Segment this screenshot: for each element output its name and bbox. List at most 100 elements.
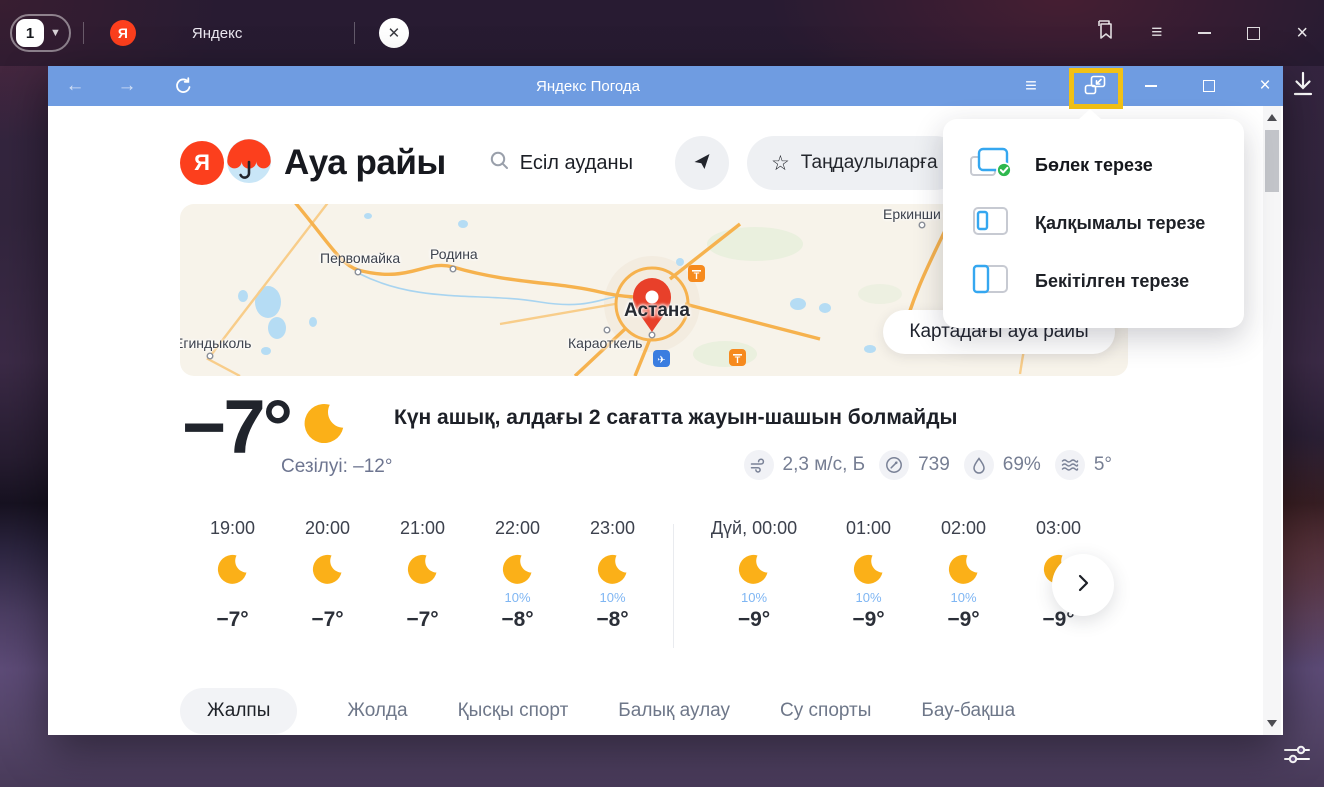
category-tab[interactable]: Бау-бақша bbox=[921, 688, 1015, 734]
app-menu-icon[interactable]: ≡ bbox=[1014, 66, 1048, 106]
hour-time: 20:00 bbox=[305, 518, 350, 539]
hour-temp: −8° bbox=[596, 608, 628, 632]
hour-time: 01:00 bbox=[846, 518, 891, 539]
app-minimize-button[interactable] bbox=[1134, 66, 1168, 106]
map-place-label: Первомайка bbox=[320, 250, 400, 266]
hourly-column: 22:00 10% −8° bbox=[470, 518, 565, 650]
close-tab-button[interactable]: ✕ bbox=[379, 18, 409, 48]
category-tab[interactable]: Балық аулау bbox=[618, 688, 730, 734]
category-tab[interactable]: Жолда bbox=[347, 688, 407, 734]
scrollbar-thumb[interactable] bbox=[1265, 130, 1279, 192]
moon-icon bbox=[947, 551, 981, 589]
category-tab[interactable]: Су спорты bbox=[780, 688, 871, 734]
window-minimize-button[interactable] bbox=[1198, 32, 1211, 34]
chevron-right-icon bbox=[1078, 574, 1089, 597]
water-waves-icon bbox=[1055, 450, 1085, 480]
window-mode-menu: Бөлек терезе Қалқымалы терезе Бекітілген… bbox=[943, 119, 1244, 328]
current-conditions: −7° Күн ашық, алдағы 2 сағатта жауын-шаш… bbox=[180, 392, 1128, 496]
humidity-metric: 69% bbox=[964, 450, 1041, 480]
window-close-button[interactable]: × bbox=[1296, 23, 1308, 43]
star-icon: ☆ bbox=[771, 151, 790, 176]
feels-like-text: Сезілуі: –12° bbox=[281, 456, 392, 478]
tab-group-count-badge: 1 bbox=[16, 19, 44, 47]
hour-temp: −7° bbox=[406, 608, 438, 632]
app-title: Яндекс Погода bbox=[48, 78, 1128, 95]
umbrella-logo-icon[interactable] bbox=[227, 139, 271, 188]
desktop-wallpaper: 1 ▼ Я Яндекс ✕ ≡ × bbox=[0, 0, 1324, 787]
favorites-label: Таңдаулыларға bbox=[801, 152, 938, 174]
highlight-annotation-box bbox=[1069, 68, 1123, 109]
precip-chance: 10% bbox=[599, 590, 625, 607]
app-maximize-button[interactable] bbox=[1192, 66, 1226, 106]
hourly-column: 02:00 10% −9° bbox=[916, 518, 1011, 650]
map-place-label: Еркинши bbox=[883, 206, 941, 222]
tab-group-control[interactable]: 1 ▼ bbox=[10, 14, 71, 52]
svg-text:Т: Т bbox=[694, 271, 700, 281]
divider bbox=[83, 22, 84, 44]
moon-icon bbox=[216, 551, 250, 589]
hour-temp: −9° bbox=[738, 608, 770, 632]
pressure-metric: 739 bbox=[879, 450, 950, 480]
moon-icon bbox=[311, 551, 345, 589]
category-tab[interactable]: Жалпы bbox=[180, 688, 297, 734]
water-temp-metric: 5° bbox=[1055, 450, 1112, 480]
scroll-up-arrow[interactable] bbox=[1267, 114, 1277, 121]
moon-icon bbox=[737, 551, 771, 589]
map-place-label: Родина bbox=[430, 246, 478, 262]
hour-time: 03:00 bbox=[1036, 518, 1081, 539]
moon-icon bbox=[596, 551, 630, 589]
weather-metrics: 2,3 м/с, Б 739 bbox=[744, 450, 1112, 480]
page-scrollbar[interactable] bbox=[1263, 106, 1281, 735]
wind-metric: 2,3 м/с, Б bbox=[744, 450, 866, 480]
precip-chance: 10% bbox=[855, 590, 881, 607]
window-maximize-button[interactable] bbox=[1247, 27, 1260, 40]
svg-text:✈: ✈ bbox=[657, 355, 665, 366]
pinned-window-icon bbox=[969, 263, 1011, 300]
menu-item-label: Бөлек терезе bbox=[1035, 155, 1153, 176]
moon-icon bbox=[852, 551, 886, 589]
map-place-label: Караоткель bbox=[568, 335, 642, 351]
menu-item-separate-window[interactable]: Бөлек терезе bbox=[943, 136, 1244, 194]
hour-temp: −8° bbox=[501, 608, 533, 632]
yandex-logo-icon[interactable]: Я bbox=[180, 141, 224, 185]
hourly-column: 20:00 −7° bbox=[280, 518, 375, 650]
hour-temp: −7° bbox=[216, 608, 248, 632]
chevron-down-icon[interactable]: ▼ bbox=[50, 27, 61, 39]
search-value[interactable]: Есіл ауданы bbox=[520, 152, 633, 175]
download-icon[interactable] bbox=[1290, 70, 1316, 103]
hour-temp: −9° bbox=[852, 608, 884, 632]
menu-item-floating-window[interactable]: Қалқымалы терезе bbox=[943, 194, 1244, 252]
category-tab[interactable]: Қысқы спорт bbox=[458, 688, 569, 734]
precip-chance: 10% bbox=[741, 590, 767, 607]
floating-window-icon bbox=[969, 205, 1011, 242]
menu-item-label: Бекітілген терезе bbox=[1035, 271, 1189, 292]
favorites-button[interactable]: ☆ Таңдаулыларға bbox=[747, 136, 962, 190]
bookmarks-panel-icon[interactable] bbox=[1095, 20, 1115, 47]
next-hours-button[interactable] bbox=[1052, 554, 1114, 616]
hourly-column: 19:00 −7° bbox=[185, 518, 280, 650]
scroll-down-arrow[interactable] bbox=[1267, 720, 1277, 727]
menu-item-pinned-window[interactable]: Бекітілген терезе bbox=[943, 252, 1244, 310]
hourly-column: Дүй, 00:00 10% −9° bbox=[689, 518, 819, 650]
separate-window-icon bbox=[969, 147, 1011, 184]
search-input[interactable]: Есіл ауданы bbox=[490, 151, 633, 175]
settings-sliders-icon[interactable] bbox=[1282, 742, 1312, 773]
menu-item-label: Қалқымалы терезе bbox=[1035, 213, 1205, 234]
tab-title[interactable]: Яндекс bbox=[192, 25, 342, 42]
geolocation-button[interactable] bbox=[675, 136, 729, 190]
browser-tab-bar: 1 ▼ Я Яндекс ✕ ≡ × bbox=[0, 0, 1324, 66]
yandex-favicon: Я bbox=[110, 20, 136, 46]
category-tabs: Жалпы Жолда Қысқы спорт Балық аулау Су с… bbox=[180, 688, 1128, 734]
hour-temp: −7° bbox=[311, 608, 343, 632]
divider bbox=[354, 22, 355, 44]
moon-icon bbox=[406, 551, 440, 589]
hour-time: 19:00 bbox=[210, 518, 255, 539]
condition-text: Күн ашық, алдағы 2 сағатта жауын-шашын б… bbox=[394, 406, 957, 430]
hourly-forecast[interactable]: 19:00 −7° 20:00 bbox=[180, 518, 1128, 650]
app-close-button[interactable]: × bbox=[1248, 66, 1282, 106]
page-title[interactable]: Ауа райы bbox=[284, 143, 446, 183]
moon-icon bbox=[302, 400, 348, 451]
hour-time: 21:00 bbox=[400, 518, 445, 539]
browser-menu-icon[interactable]: ≡ bbox=[1151, 22, 1162, 44]
hour-time: 23:00 bbox=[590, 518, 635, 539]
